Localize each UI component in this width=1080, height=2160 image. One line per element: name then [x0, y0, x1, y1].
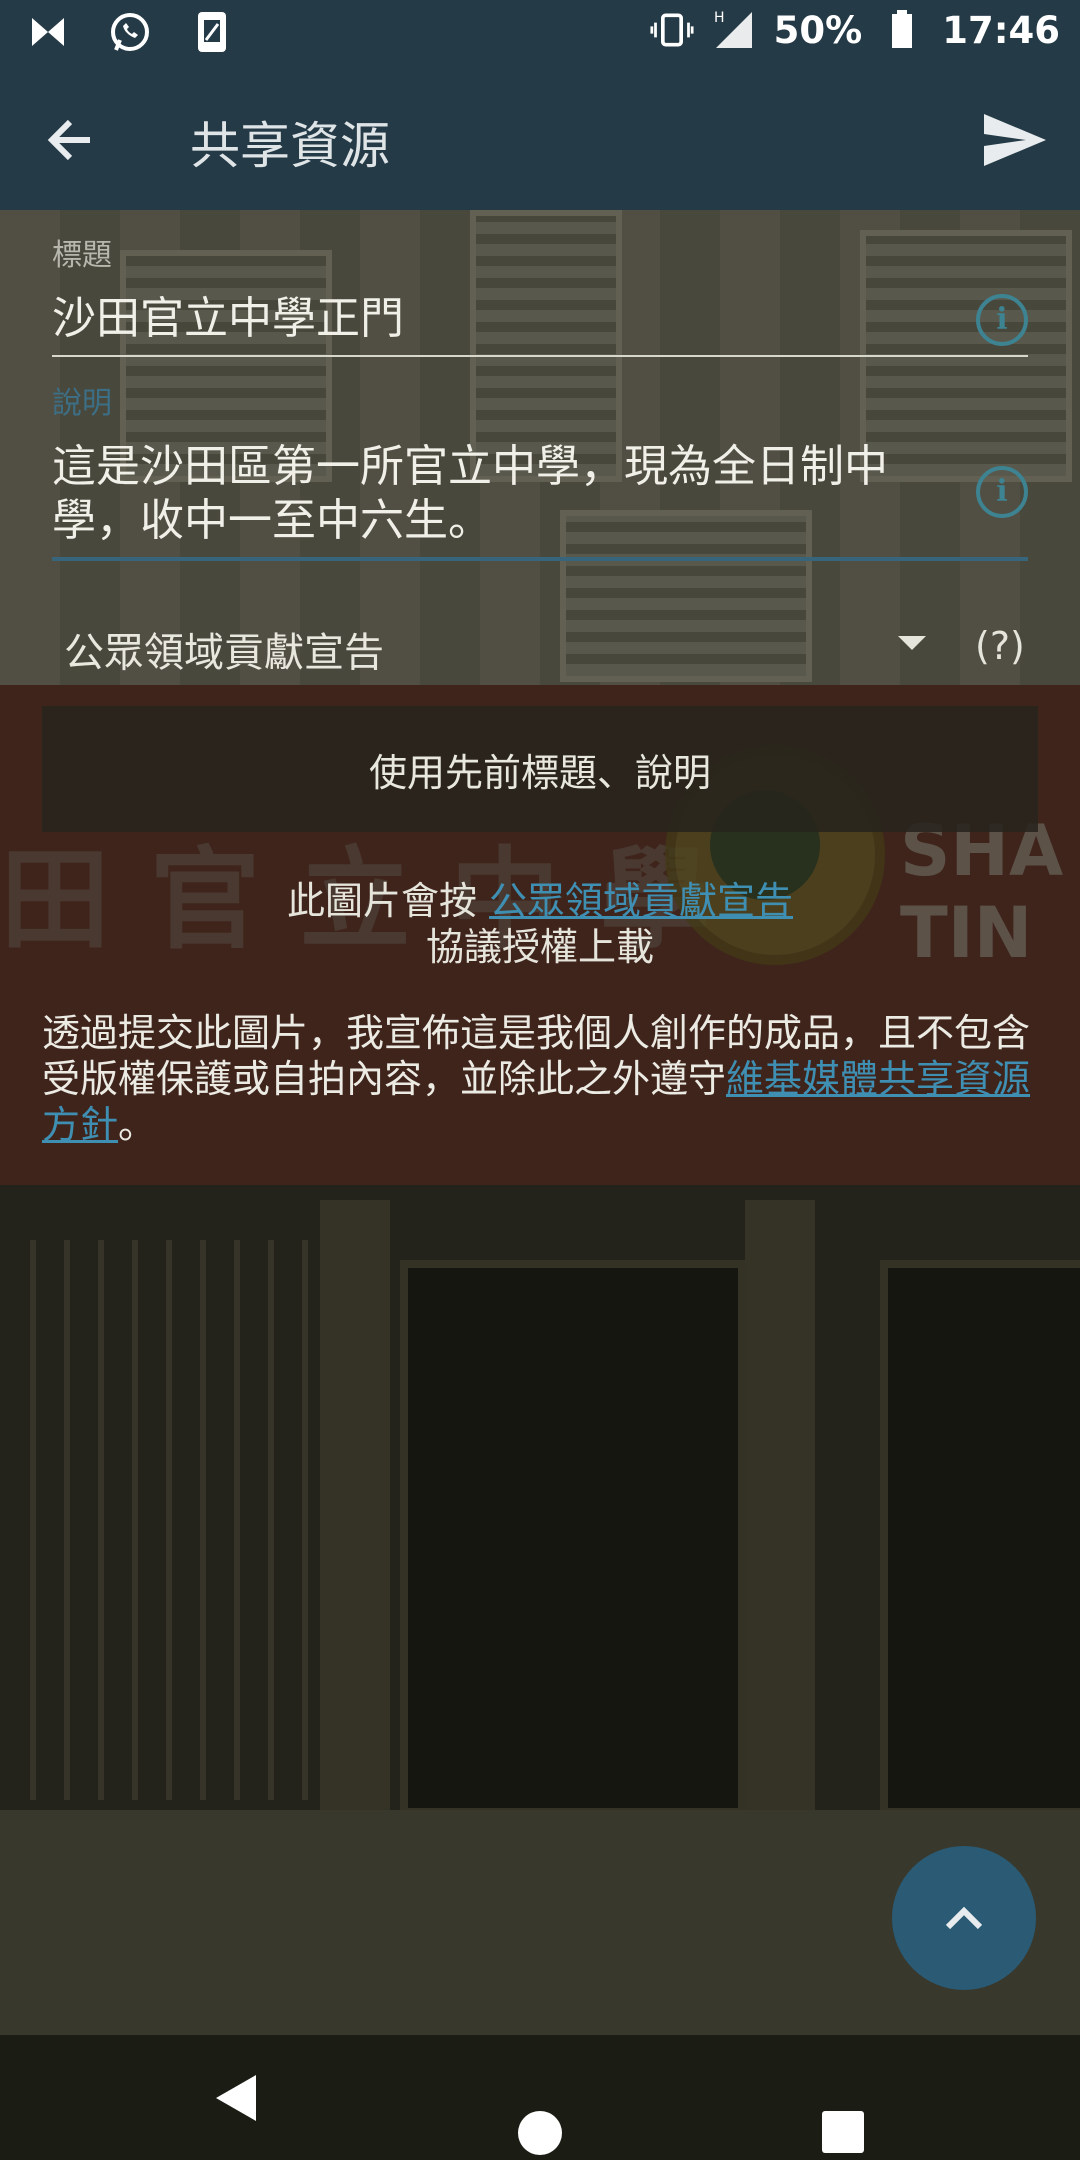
back-arrow-icon[interactable]	[40, 108, 104, 172]
license-help[interactable]: (?)	[975, 624, 1025, 668]
signal-icon: H	[712, 8, 756, 52]
declaration-end: 。	[118, 1103, 157, 1147]
nav-recents-icon[interactable]	[822, 2111, 864, 2153]
sim-icon	[190, 10, 234, 54]
license-dropdown[interactable]: 公眾領域貢獻宣告	[64, 620, 384, 678]
chevron-up-icon	[945, 1906, 983, 1930]
description-info-icon[interactable]: i	[976, 466, 1028, 518]
title-info-icon[interactable]: i	[976, 294, 1028, 346]
battery-icon	[880, 8, 924, 52]
license-note: 此圖片會按 公眾領域貢獻宣告 協議授權上載	[0, 878, 1080, 970]
battery-percent: 50%	[773, 8, 863, 52]
cross-app-icon	[26, 10, 70, 54]
chevron-down-icon[interactable]	[898, 636, 926, 650]
use-previous-label: 使用先前標題、說明	[368, 750, 711, 795]
license-link[interactable]: 公眾領域貢獻宣告	[489, 879, 793, 923]
license-note-prefix: 此圖片會按	[286, 879, 490, 923]
title-label: 標題	[52, 238, 112, 273]
license-note-suffix: 協議授權上載	[425, 925, 654, 969]
nav-back-icon[interactable]	[212, 2071, 260, 2129]
system-nav-bar	[0, 2035, 1080, 2160]
app-bar: 共享資源	[0, 66, 1080, 210]
clock: 17:46	[942, 8, 1060, 52]
use-previous-button[interactable]: 使用先前標題、說明	[42, 706, 1038, 832]
declaration-text: 透過提交此圖片，我宣佈這是我個人創作的成品，且不包含受版權保護或自拍內容，並除此…	[42, 1010, 1032, 1148]
status-bar: H 50% 17:46	[0, 0, 1080, 66]
title-underline	[52, 355, 1028, 357]
whatsapp-icon	[108, 10, 152, 54]
svg-text:H: H	[714, 10, 725, 26]
description-underline	[52, 557, 1028, 561]
description-input[interactable]: 這是沙田區第一所官立中學，現為全日制中學，收中一至中六生。	[52, 440, 952, 548]
vibrate-icon	[650, 8, 694, 52]
description-label: 說明	[52, 386, 112, 421]
nav-home-icon[interactable]	[518, 2111, 562, 2155]
send-icon[interactable]	[980, 108, 1050, 172]
expand-fab-button[interactable]	[892, 1846, 1036, 1990]
page-title: 共享資源	[190, 117, 390, 175]
title-input[interactable]: 沙田官立中學正門	[52, 292, 404, 346]
